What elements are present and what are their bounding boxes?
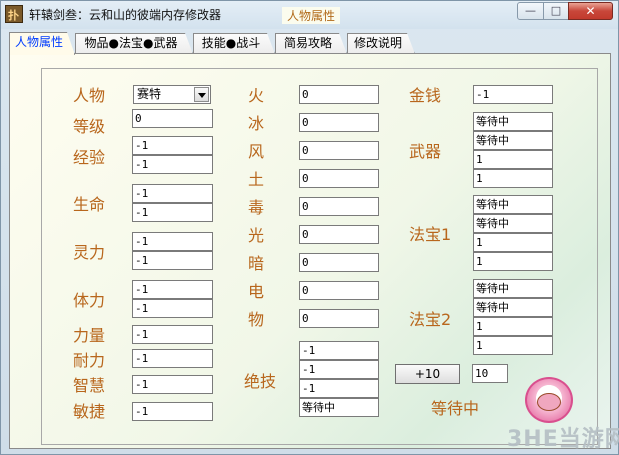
fire-label: 火 [248, 86, 265, 105]
endurance-field[interactable]: -1 [132, 349, 213, 368]
tab-items-treasures-weapons[interactable]: 物品●法宝●武器 [75, 33, 193, 54]
minimize-button[interactable]: — [517, 2, 544, 20]
poison-label: 毒 [248, 198, 265, 217]
status-text: 等待中 [431, 399, 480, 418]
money-label: 金钱 [409, 86, 442, 105]
weapon-field-4[interactable]: 1 [473, 169, 553, 188]
physical-label: 物 [248, 310, 265, 329]
treasure2-label: 法宝2 [409, 310, 452, 329]
hp-current-field[interactable]: -1 [132, 184, 213, 203]
group-title: 人物属性 [282, 7, 341, 24]
skill-field-3[interactable]: -1 [299, 379, 379, 398]
strength-field[interactable]: -1 [132, 325, 213, 344]
skill-field-2[interactable]: -1 [299, 360, 379, 379]
fire-field[interactable]: 0 [299, 85, 379, 104]
exp-label: 经验 [73, 148, 106, 167]
tab-instructions[interactable]: 修改说明 [347, 33, 415, 54]
skill-field-4[interactable]: 等待中 [299, 398, 379, 417]
dark-field[interactable]: 0 [299, 253, 379, 272]
earth-label: 土 [248, 170, 265, 189]
hp-label: 生命 [73, 195, 106, 214]
wisdom-label: 智慧 [73, 376, 106, 395]
app-window: 扑 轩辕剑叁：云和山的彼端内存修改器 — □ ✕ 人物属性 物品●法宝●武器 技… [0, 0, 619, 455]
endurance-label: 耐力 [73, 351, 106, 370]
thunder-label: 电 [248, 282, 265, 301]
level-label: 等级 [73, 117, 106, 136]
level-field[interactable]: 0 [132, 109, 213, 128]
light-label: 光 [248, 226, 265, 245]
treasure2-field-4[interactable]: 1 [473, 336, 553, 355]
stamina-label: 体力 [73, 291, 106, 310]
tab-guide[interactable]: 简易攻略 [275, 33, 347, 54]
ice-field[interactable]: 0 [299, 113, 379, 132]
exp-max-field[interactable]: -1 [132, 155, 213, 174]
weapon-field-2[interactable]: 等待中 [473, 131, 553, 150]
mp-current-field[interactable]: -1 [132, 232, 213, 251]
treasure1-field-1[interactable]: 等待中 [473, 195, 553, 214]
agility-field[interactable]: -1 [132, 402, 213, 421]
wisdom-field[interactable]: -1 [132, 375, 213, 394]
mascot-logo [525, 377, 573, 423]
treasure2-field-3[interactable]: 1 [473, 317, 553, 336]
dropdown-arrow-icon[interactable] [194, 87, 209, 102]
physical-field[interactable]: 0 [299, 309, 379, 328]
plus-amount-field[interactable]: 10 [472, 364, 508, 383]
tab-character-attributes[interactable]: 人物属性 [9, 32, 75, 55]
dark-label: 暗 [248, 254, 265, 273]
skill-field-1[interactable]: -1 [299, 341, 379, 360]
hp-max-field[interactable]: -1 [132, 203, 213, 222]
plus-ten-button[interactable]: +10 [395, 364, 460, 384]
treasure1-field-3[interactable]: 1 [473, 233, 553, 252]
weapon-field-1[interactable]: 等待中 [473, 112, 553, 131]
poison-field[interactable]: 0 [299, 197, 379, 216]
exp-current-field[interactable]: -1 [132, 136, 213, 155]
wind-field[interactable]: 0 [299, 141, 379, 160]
app-icon-glyph: 扑 [8, 9, 19, 22]
treasure2-field-2[interactable]: 等待中 [473, 298, 553, 317]
character-select[interactable]: 赛特 [133, 85, 211, 104]
site-watermark: 3HE当游网 [507, 427, 619, 452]
maximize-button[interactable]: □ [543, 2, 569, 20]
treasure1-field-2[interactable]: 等待中 [473, 214, 553, 233]
ice-label: 冰 [248, 114, 265, 133]
mp-label: 灵力 [73, 243, 106, 262]
tab-skills-battle[interactable]: 技能●战斗 [193, 33, 275, 54]
light-field[interactable]: 0 [299, 225, 379, 244]
treasure1-field-4[interactable]: 1 [473, 252, 553, 271]
mp-max-field[interactable]: -1 [132, 251, 213, 270]
strength-label: 力量 [73, 326, 106, 345]
skills-label: 绝技 [244, 372, 277, 391]
treasure1-label: 法宝1 [409, 225, 452, 244]
money-field[interactable]: -1 [473, 85, 553, 104]
treasure2-field-1[interactable]: 等待中 [473, 279, 553, 298]
character-select-value: 赛特 [137, 87, 162, 101]
stamina-max-field[interactable]: -1 [132, 299, 213, 318]
character-label: 人物 [73, 86, 106, 105]
tab-strip: 人物属性 物品●法宝●武器 技能●战斗 简易攻略 修改说明 [9, 32, 609, 54]
agility-label: 敏捷 [73, 402, 106, 421]
thunder-field[interactable]: 0 [299, 281, 379, 300]
close-button[interactable]: ✕ [568, 2, 613, 20]
weapon-label: 武器 [409, 142, 442, 161]
pig-face-icon [537, 393, 561, 411]
app-icon: 扑 [5, 5, 23, 23]
weapon-field-3[interactable]: 1 [473, 150, 553, 169]
window-title: 轩辕剑叁：云和山的彼端内存修改器 [29, 8, 222, 22]
earth-field[interactable]: 0 [299, 169, 379, 188]
wind-label: 风 [248, 142, 265, 161]
stamina-current-field[interactable]: -1 [132, 280, 213, 299]
